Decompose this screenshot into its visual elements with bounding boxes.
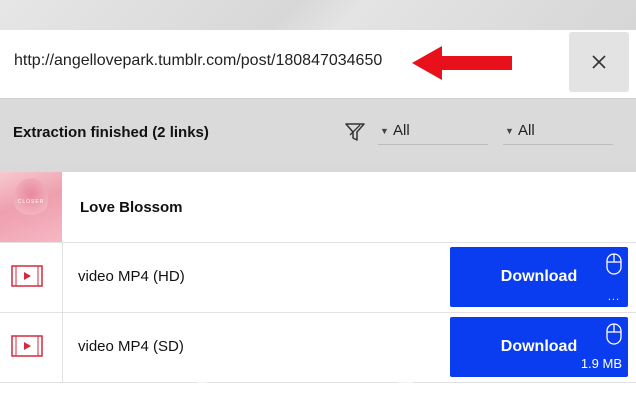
video-icon	[11, 335, 43, 357]
download-size: ...	[607, 291, 620, 303]
download-button-hd[interactable]: Download ...	[450, 247, 628, 307]
url-input[interactable]: http://angellovepark.tumblr.com/post/180…	[14, 52, 382, 70]
format-label: video MP4 (HD)	[78, 268, 185, 285]
filter-select-quality-value: All	[518, 122, 535, 139]
icon-cell	[0, 243, 63, 312]
filter-select-type[interactable]: ▼ All	[378, 118, 488, 145]
clear-url-button[interactable]	[569, 32, 629, 92]
caret-down-icon: ▼	[505, 126, 514, 136]
icon-cell	[0, 313, 63, 382]
filter-select-type-value: All	[393, 122, 410, 139]
list-item: video MP4 (HD) Download ...	[0, 243, 636, 313]
item-title: Love Blossom	[80, 199, 183, 216]
format-label: video MP4 (SD)	[78, 338, 184, 355]
video-icon	[11, 265, 43, 287]
red-arrow-annotation-icon	[412, 46, 512, 80]
filter-icon[interactable]	[344, 121, 366, 143]
list-item: video MP4 (SD) Download 1.9 MB	[0, 313, 636, 383]
extraction-status: Extraction finished (2 links)	[13, 124, 209, 141]
caret-down-icon: ▼	[380, 126, 389, 136]
album-thumbnail: CLOSER	[0, 172, 62, 242]
results-list: CLOSER Love Blossom video MP4 (HD) Downl…	[0, 172, 636, 408]
list-item-title: CLOSER Love Blossom	[0, 172, 636, 243]
url-bar: http://angellovepark.tumblr.com/post/180…	[0, 30, 636, 99]
download-button-label: Download	[500, 268, 578, 285]
download-button-sd[interactable]: Download 1.9 MB	[450, 317, 628, 377]
download-size: 1.9 MB	[580, 356, 622, 371]
download-button-label: Download	[500, 338, 578, 355]
close-icon	[592, 55, 606, 69]
filter-select-quality[interactable]: ▼ All	[503, 118, 613, 145]
status-bar: Extraction finished (2 links) ▼ All ▼ Al…	[0, 99, 636, 165]
thumbnail-text: CLOSER	[17, 199, 45, 205]
top-background-strip	[0, 0, 636, 30]
